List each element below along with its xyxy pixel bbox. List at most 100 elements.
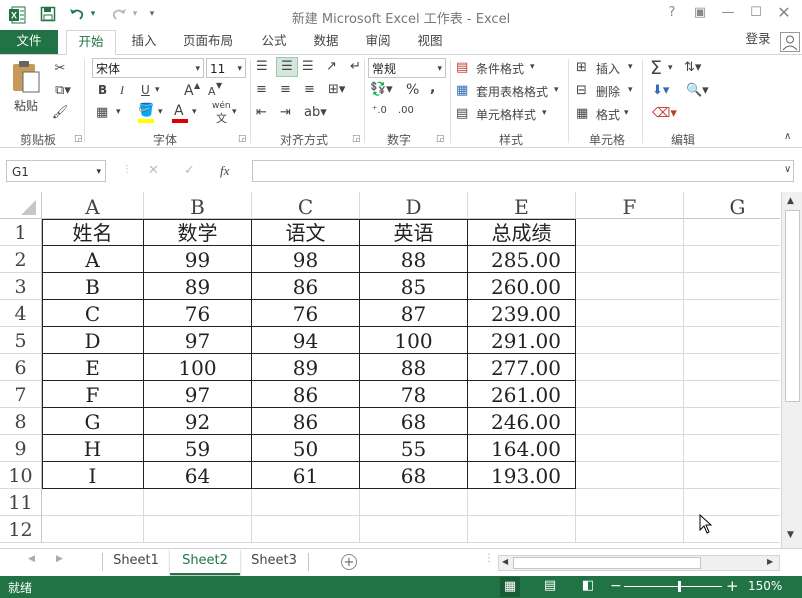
cell-b4[interactable]: 76	[144, 300, 252, 327]
cell-f7[interactable]	[576, 381, 684, 408]
cell-b2[interactable]: 99	[144, 246, 252, 273]
cell-c4[interactable]: 76	[252, 300, 360, 327]
cell-b12[interactable]	[144, 516, 252, 543]
tab-insert[interactable]: 插入	[122, 30, 166, 54]
bold-button[interactable]: B	[98, 83, 107, 97]
cell-a6[interactable]: E	[42, 354, 144, 381]
align-right-icon[interactable]: ≡	[304, 82, 315, 97]
cell-d6[interactable]: 88	[360, 354, 468, 381]
cell-d8[interactable]: 68	[360, 408, 468, 435]
cell-e7[interactable]: 261.00	[468, 381, 576, 408]
cell-a8[interactable]: G	[42, 408, 144, 435]
cell-f11[interactable]	[576, 489, 684, 516]
vertical-scrollbar[interactable]: ▲ ▼	[781, 192, 802, 548]
grow-font-button[interactable]: A	[184, 83, 194, 99]
cell-f3[interactable]	[576, 273, 684, 300]
autosum-icon[interactable]: Σ	[650, 57, 662, 79]
normal-view-icon[interactable]: ▦	[500, 577, 520, 597]
align-center-icon[interactable]: ≡	[280, 82, 291, 97]
sheet-tab-sheet1[interactable]: Sheet1	[104, 549, 168, 573]
align-top-icon[interactable]: ☰	[256, 59, 268, 74]
cell-d11[interactable]	[360, 489, 468, 516]
cell-g6[interactable]	[684, 354, 780, 381]
border-icon[interactable]: ▦	[96, 105, 108, 120]
format-cells-button[interactable]: 格式	[596, 106, 620, 123]
cell-b8[interactable]: 92	[144, 408, 252, 435]
cell-c12[interactable]	[252, 516, 360, 543]
cell-f10[interactable]	[576, 462, 684, 489]
text-direction-icon[interactable]: ab▾	[304, 105, 327, 120]
row-header-6[interactable]: 6	[0, 354, 42, 381]
column-header-e[interactable]: E	[468, 192, 576, 219]
cell-e8[interactable]: 246.00	[468, 408, 576, 435]
insert-function-button[interactable]: fx	[220, 163, 229, 179]
ribbon-display-icon[interactable]: ▣	[690, 5, 710, 23]
column-header-f[interactable]: F	[576, 192, 684, 219]
minimize-icon[interactable]: —	[718, 5, 738, 23]
cell-g8[interactable]	[684, 408, 780, 435]
shrink-font-button[interactable]: A	[208, 85, 216, 98]
cell-a1[interactable]: 姓名	[42, 219, 144, 246]
cell-d4[interactable]: 87	[360, 300, 468, 327]
cell-g7[interactable]	[684, 381, 780, 408]
cell-e2[interactable]: 285.00	[468, 246, 576, 273]
scroll-down-icon[interactable]: ▼	[787, 530, 794, 540]
select-all-corner[interactable]	[0, 192, 42, 219]
clipboard-launcher-icon[interactable]: ◲	[74, 134, 83, 144]
phonetic-button[interactable]: wén 文 ▾	[212, 101, 242, 125]
decrease-indent-icon[interactable]: ⇤	[256, 105, 267, 120]
cell-c8[interactable]: 86	[252, 408, 360, 435]
accounting-format-icon[interactable]: 💱▾	[370, 82, 393, 97]
alignment-launcher-icon[interactable]: ◲	[352, 134, 361, 144]
zoom-out-button[interactable]: −	[610, 578, 622, 594]
percent-button[interactable]: %	[406, 82, 419, 98]
align-bottom-icon[interactable]: ☰	[302, 59, 314, 74]
cell-e5[interactable]: 291.00	[468, 327, 576, 354]
cell-g4[interactable]	[684, 300, 780, 327]
sheet-tab-sheet2[interactable]: Sheet2	[170, 549, 240, 575]
delete-cells-button[interactable]: 删除	[596, 83, 620, 100]
cell-c10[interactable]: 61	[252, 462, 360, 489]
cell-a9[interactable]: H	[42, 435, 144, 462]
font-name-select[interactable]: 宋体 ▾	[92, 58, 204, 78]
tab-data[interactable]: 数据	[304, 30, 348, 54]
cell-e1[interactable]: 总成绩	[468, 219, 576, 246]
tab-view[interactable]: 视图	[408, 30, 452, 54]
cell-c6[interactable]: 89	[252, 354, 360, 381]
horizontal-scrollbar[interactable]: ◀ ▶	[498, 555, 780, 571]
sort-filter-icon[interactable]: ⇅▾	[684, 60, 701, 75]
cell-d3[interactable]: 85	[360, 273, 468, 300]
cell-c5[interactable]: 94	[252, 327, 360, 354]
cell-g3[interactable]	[684, 273, 780, 300]
sheet-tab-sheet3[interactable]: Sheet3	[242, 549, 306, 573]
cell-f9[interactable]	[576, 435, 684, 462]
cell-b1[interactable]: 数学	[144, 219, 252, 246]
cell-f6[interactable]	[576, 354, 684, 381]
formula-input[interactable]	[252, 160, 794, 182]
page-layout-view-icon[interactable]: ▤	[540, 578, 560, 593]
cell-c11[interactable]	[252, 489, 360, 516]
cell-e6[interactable]: 277.00	[468, 354, 576, 381]
name-box[interactable]: G1 ▾	[6, 160, 106, 182]
cell-a4[interactable]: C	[42, 300, 144, 327]
cell-b5[interactable]: 97	[144, 327, 252, 354]
row-header-2[interactable]: 2	[0, 246, 42, 273]
cell-f12[interactable]	[576, 516, 684, 543]
cell-f4[interactable]	[576, 300, 684, 327]
merge-center-icon[interactable]: ⊞▾	[328, 82, 345, 97]
number-format-select[interactable]: 常规 ▾	[368, 58, 446, 78]
cell-d9[interactable]: 55	[360, 435, 468, 462]
zoom-slider-thumb[interactable]	[678, 581, 681, 592]
row-header-11[interactable]: 11	[0, 489, 42, 516]
cell-c3[interactable]: 86	[252, 273, 360, 300]
row-header-4[interactable]: 4	[0, 300, 42, 327]
cell-d2[interactable]: 88	[360, 246, 468, 273]
cut-icon[interactable]: ✂	[50, 61, 70, 76]
orientation-icon[interactable]: ↗	[326, 59, 337, 74]
cell-c9[interactable]: 50	[252, 435, 360, 462]
cell-b11[interactable]	[144, 489, 252, 516]
cell-a2[interactable]: A	[42, 246, 144, 273]
column-header-a[interactable]: A	[42, 192, 144, 219]
row-header-1[interactable]: 1	[0, 219, 42, 246]
row-header-3[interactable]: 3	[0, 273, 42, 300]
